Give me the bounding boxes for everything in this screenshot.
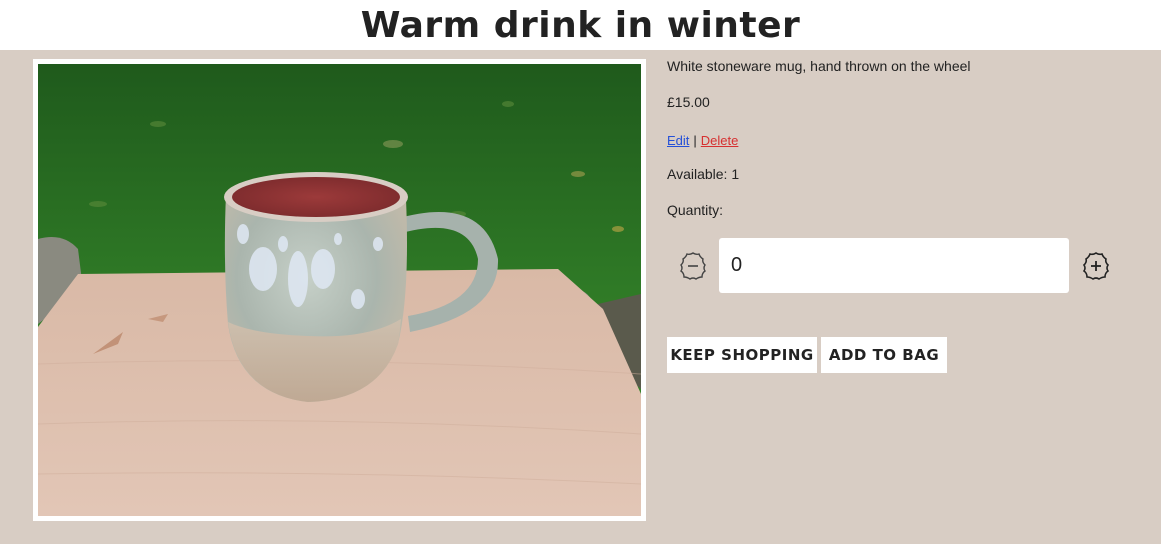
header: Warm drink in winter — [0, 0, 1161, 50]
product-price: £15.00 — [667, 94, 710, 110]
page-title: Warm drink in winter — [360, 4, 801, 46]
increment-button[interactable] — [1081, 251, 1111, 281]
add-to-bag-button[interactable]: ADD TO BAG — [821, 337, 947, 373]
quantity-label: Quantity: — [667, 202, 724, 218]
plus-circle-icon — [1082, 252, 1110, 280]
decrement-button[interactable] — [678, 251, 708, 281]
product-description: White stoneware mug, hand thrown on the … — [667, 58, 971, 74]
quantity-stepper — [667, 238, 1117, 294]
admin-links: Edit | Delete — [667, 133, 738, 148]
product-image — [38, 64, 641, 516]
quantity-input[interactable] — [719, 238, 1069, 293]
availability: Available: 1 — [667, 166, 740, 182]
edit-link[interactable]: Edit — [667, 133, 689, 148]
product-image-frame — [33, 59, 646, 521]
delete-link[interactable]: Delete — [701, 133, 739, 148]
keep-shopping-button[interactable]: KEEP SHOPPING — [667, 337, 817, 373]
minus-circle-icon — [680, 252, 706, 280]
link-separator: | — [693, 133, 697, 148]
